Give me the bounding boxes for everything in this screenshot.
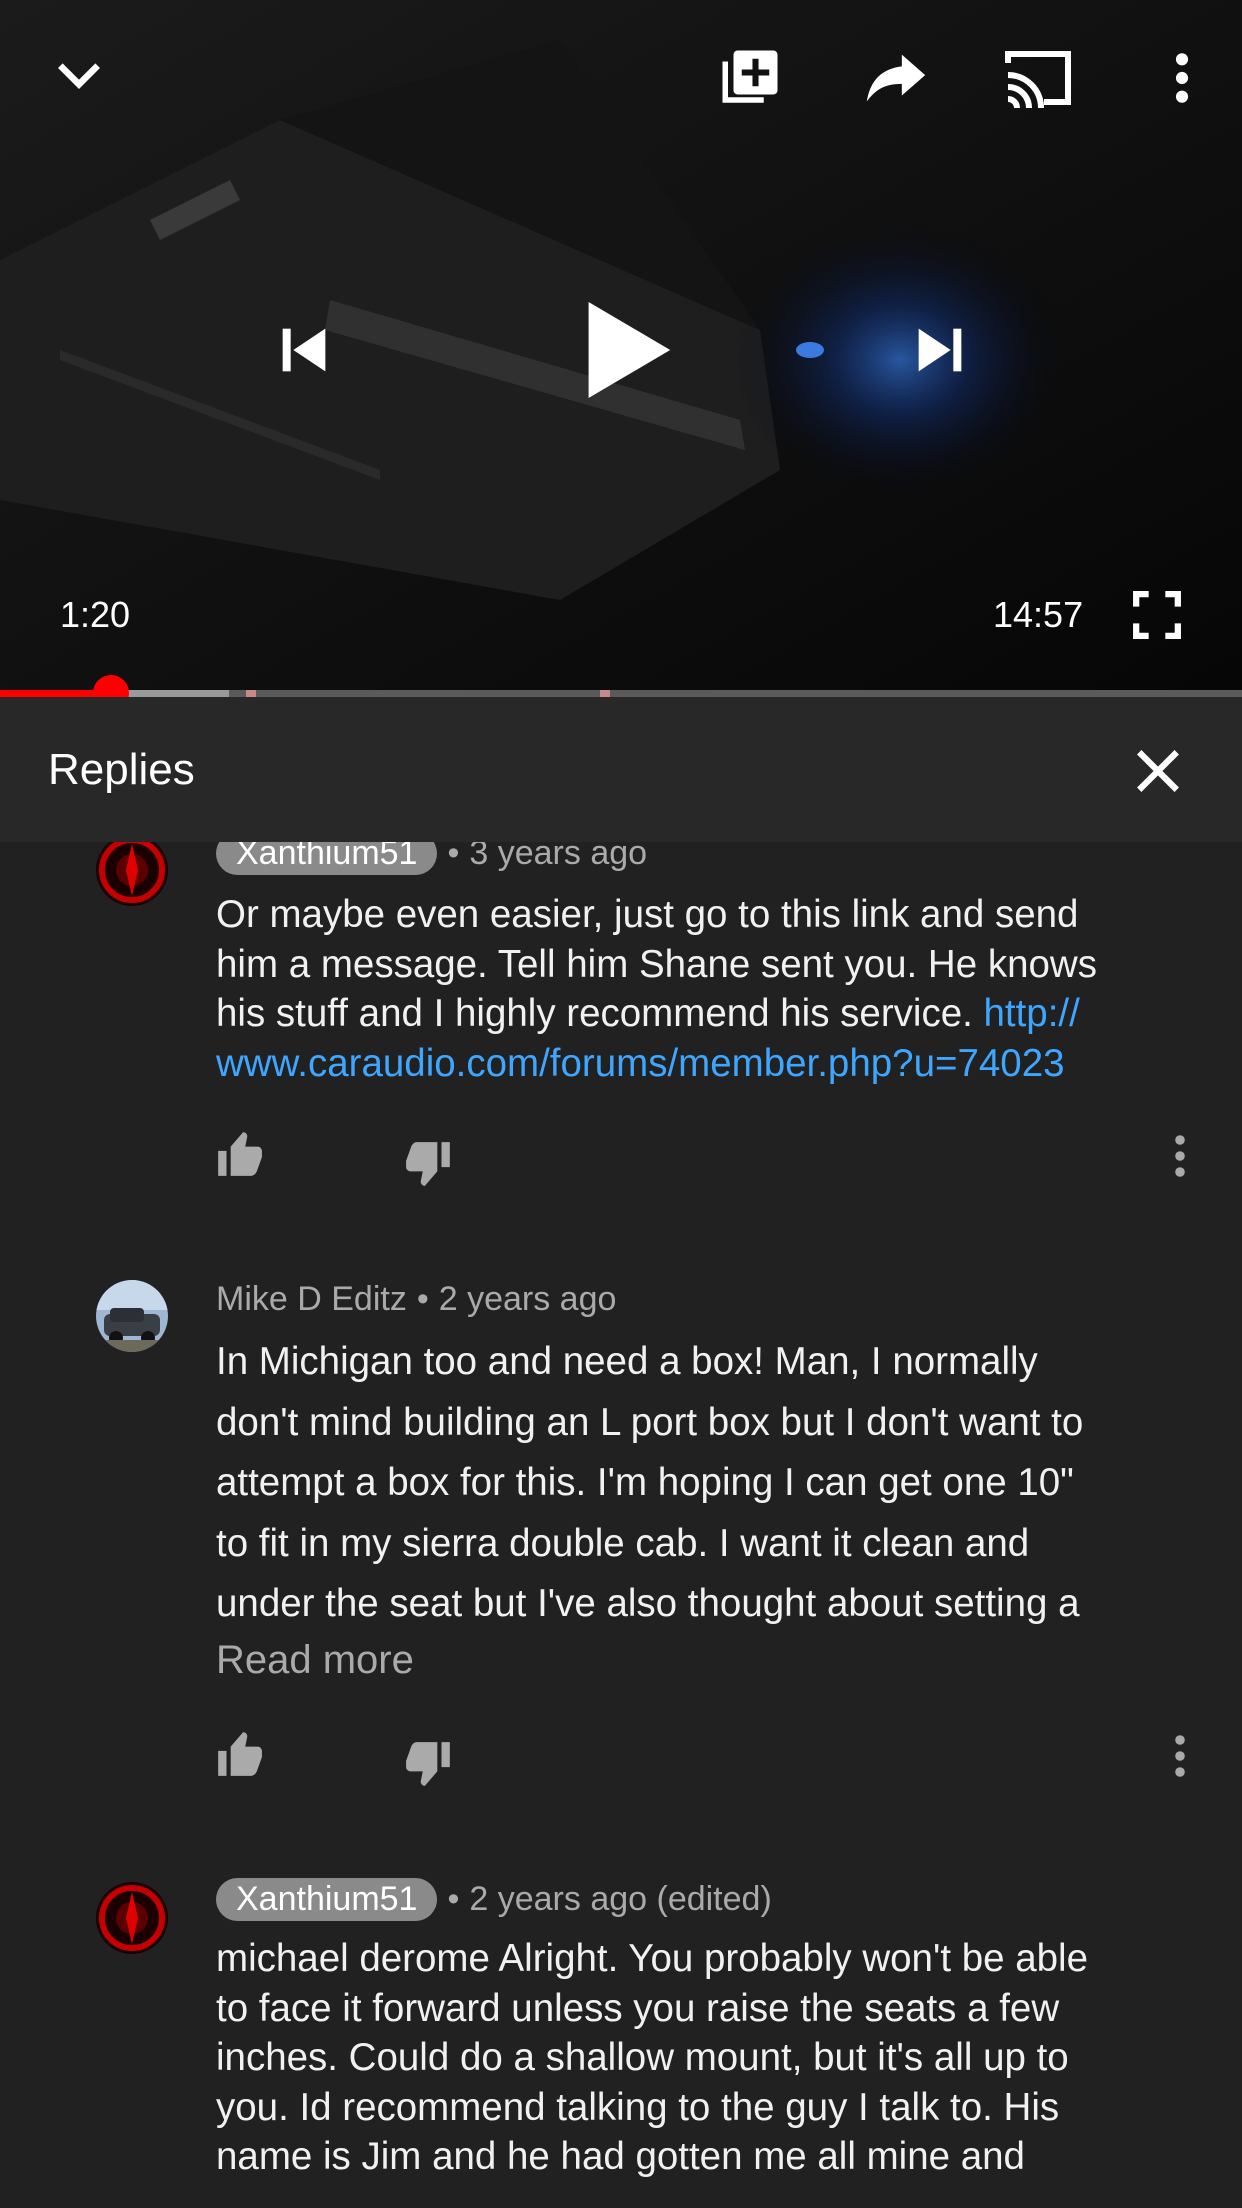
comment-line: his stuff and I highly recommend his ser… (216, 992, 1080, 1035)
comment-line: to face it forward unless you raise the … (216, 1986, 1060, 2030)
comment-time: 2 years ago (438, 1280, 617, 1318)
replies-title: Replies (48, 745, 195, 794)
like-button[interactable] (214, 1130, 264, 1185)
chevron-down-icon (58, 63, 100, 89)
replies-list[interactable]: Xanthium51 • 3 years ago Or maybe even e… (0, 842, 1242, 2208)
more-vert-icon (1175, 53, 1189, 103)
like-button[interactable] (214, 1730, 264, 1785)
comment-meta: Xanthium51 • 2 years ago (edited) (216, 1878, 772, 1921)
comment-line: to fit in my sierra double cab. I want i… (216, 1521, 1030, 1565)
next-button[interactable] (898, 308, 982, 392)
minimize-button[interactable] (44, 40, 114, 110)
share-button[interactable] (858, 40, 934, 116)
comment-line: Or maybe even easier, just go to this li… (216, 893, 1079, 936)
comment-link[interactable]: http:// (984, 992, 1080, 1035)
comment-link[interactable]: www.caraudio.com/forums/member.php?u=740… (216, 1039, 1176, 1089)
comment-text: Or maybe even easier, just go to this li… (216, 890, 1176, 1088)
comment-line: him a message. Tell him Shane sent you. … (216, 942, 1097, 986)
more-vert-icon (1175, 1135, 1185, 1177)
separator-dot: • (447, 842, 460, 872)
comment-line: attempt a box for this. I'm hoping I can… (216, 1461, 1074, 1504)
dislike-button[interactable] (404, 1738, 454, 1793)
avatar-image (96, 1280, 168, 1352)
comment-text: In Michigan too and need a box! Man, I n… (216, 1332, 1176, 1635)
playlist-add-icon (722, 50, 778, 103)
comment-author[interactable]: Xanthium51 (216, 842, 438, 875)
seek-bar[interactable] (0, 675, 1242, 697)
cast-icon (1005, 51, 1071, 109)
comment-line: you. Id recommend talking to the guy I t… (216, 2085, 1060, 2129)
dislike-button[interactable] (404, 1138, 454, 1193)
comment-actions (0, 1130, 1242, 1200)
avatar-image (96, 842, 168, 906)
thumb-down-icon (406, 1142, 450, 1186)
play-button[interactable] (572, 290, 682, 410)
comment-line: In Michigan too and need a box! Man, I n… (216, 1340, 1038, 1383)
skip-next-icon (918, 328, 962, 372)
share-icon (866, 54, 926, 102)
close-icon (1137, 750, 1179, 792)
comment-text: michael derome Alright. You probably won… (216, 1934, 1176, 2182)
separator-dot: • (447, 1880, 460, 1918)
comment-time: 3 years ago (469, 842, 648, 872)
thumb-down-icon (406, 1742, 450, 1786)
comment-time: 2 years ago (edited) (469, 1880, 772, 1918)
comment-line: inches. Could do a shallow mount, but it… (216, 2036, 1069, 2079)
replies-header: Replies (0, 697, 1242, 842)
chapter-marker (600, 690, 610, 697)
add-to-playlist-button[interactable] (712, 40, 788, 116)
comment-line: don't mind building an L port box but I … (216, 1400, 1084, 1444)
comment-more-button[interactable] (1172, 1732, 1188, 1785)
thumb-up-icon (218, 1132, 262, 1176)
duration: 14:57 (993, 594, 1084, 635)
comment-actions (0, 1730, 1242, 1800)
comment-line: name is Jim and he had gotten me all min… (216, 2135, 1025, 2178)
comment-meta: Xanthium51 • 3 years ago (216, 842, 647, 875)
comment-author[interactable]: Xanthium51 (216, 1878, 438, 1921)
read-more-link[interactable]: Read more (216, 1638, 414, 1683)
skip-previous-icon (282, 328, 326, 372)
comment-meta: Mike D Editz • 2 years ago (216, 1280, 616, 1319)
video-player[interactable]: 1:20 14:57 (0, 0, 1242, 697)
more-options-button[interactable] (1152, 40, 1212, 116)
close-replies-button[interactable] (1128, 741, 1188, 801)
previous-button[interactable] (262, 308, 346, 392)
fullscreen-icon (1133, 591, 1181, 639)
comment-more-button[interactable] (1172, 1132, 1188, 1185)
fullscreen-button[interactable] (1130, 588, 1184, 642)
avatar[interactable] (96, 1882, 168, 1954)
avatar[interactable] (96, 842, 168, 906)
play-icon (588, 302, 671, 398)
comment-line: michael derome Alright. You probably won… (216, 1937, 1089, 1980)
current-time: 1:20 (60, 594, 131, 635)
more-vert-icon (1175, 1735, 1185, 1777)
comment-line: under the seat but I've also thought abo… (216, 1582, 1080, 1625)
chapter-marker (246, 690, 256, 697)
comment-author[interactable]: Mike D Editz (216, 1280, 407, 1319)
separator-dot: • (416, 1280, 429, 1318)
thumb-up-icon (218, 1732, 262, 1776)
avatar-image (96, 1882, 168, 1954)
cast-button[interactable] (998, 40, 1078, 116)
avatar[interactable] (96, 1280, 168, 1352)
